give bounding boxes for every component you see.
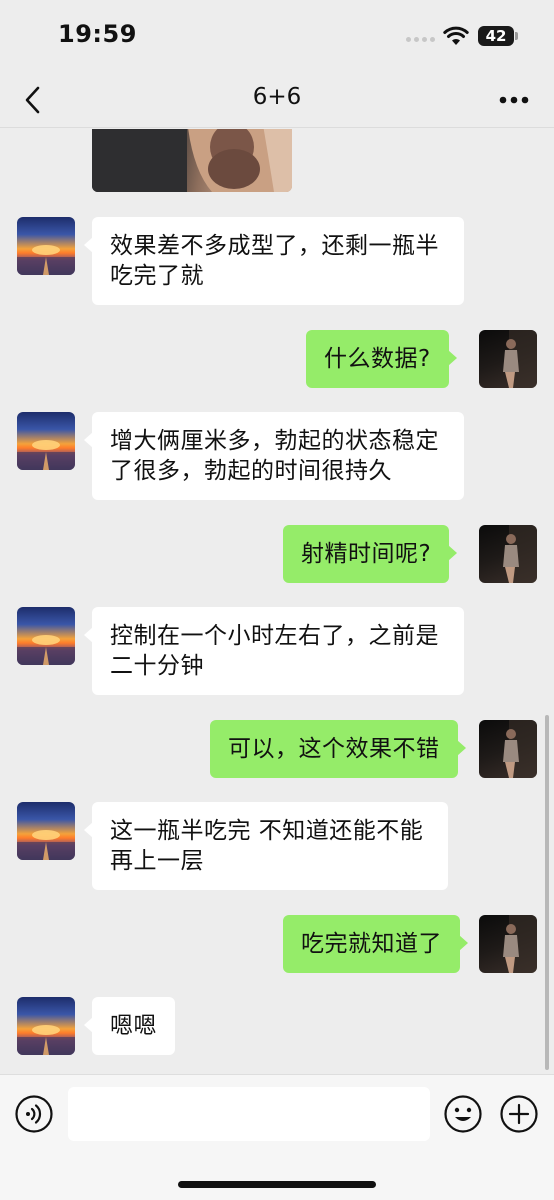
- scrollbar[interactable]: [545, 715, 549, 1070]
- contact-avatar[interactable]: [17, 607, 75, 665]
- message-input[interactable]: [68, 1087, 430, 1141]
- message-bubble-incoming[interactable]: 嗯嗯: [84, 997, 175, 1055]
- message-bubble-outgoing[interactable]: 吃完就知道了: [283, 915, 468, 973]
- plus-icon[interactable]: [499, 1094, 539, 1134]
- contact-avatar[interactable]: [17, 217, 75, 275]
- message-bubble-incoming[interactable]: 控制在一个小时左右了，之前是二十分钟: [84, 607, 464, 695]
- home-indicator[interactable]: [178, 1181, 376, 1188]
- message-bubble-incoming[interactable]: 这一瓶半吃完 不知道还能不能再上一层: [84, 802, 448, 890]
- battery-icon: 42: [478, 26, 514, 46]
- battery-cap: [515, 32, 518, 40]
- user-avatar[interactable]: [479, 525, 537, 583]
- user-avatar[interactable]: [479, 330, 537, 388]
- user-avatar[interactable]: [479, 720, 537, 778]
- cellular-signal-icon: [406, 37, 435, 42]
- status-time: 19:59: [58, 20, 137, 48]
- contact-avatar[interactable]: [17, 997, 75, 1055]
- image-message[interactable]: [92, 129, 292, 192]
- more-icon[interactable]: [494, 86, 534, 114]
- message-bubble-outgoing[interactable]: 可以，这个效果不错: [210, 720, 465, 778]
- message-bubble-incoming[interactable]: 效果差不多成型了，还剩一瓶半吃完了就: [84, 217, 464, 305]
- emoji-icon[interactable]: [443, 1094, 483, 1134]
- nav-bar: 6+6: [0, 72, 554, 128]
- message-bubble-outgoing[interactable]: 什么数据?: [306, 330, 457, 388]
- message-bubble-incoming[interactable]: 增大俩厘米多，勃起的状态稳定了很多，勃起的时间很持久: [84, 412, 464, 500]
- chat-title: 6+6: [252, 84, 302, 110]
- chat-area[interactable]: 效果差不多成型了，还剩一瓶半吃完了就 什么数据? 增大俩厘米多，勃起的状态稳定了…: [0, 129, 554, 1074]
- wifi-icon: [443, 26, 469, 50]
- user-avatar[interactable]: [479, 915, 537, 973]
- contact-avatar[interactable]: [17, 412, 75, 470]
- status-bar: 19:59 42: [0, 0, 554, 72]
- message-bubble-outgoing[interactable]: 射精时间呢?: [283, 525, 458, 583]
- voice-icon[interactable]: [14, 1094, 54, 1134]
- contact-avatar[interactable]: [17, 802, 75, 860]
